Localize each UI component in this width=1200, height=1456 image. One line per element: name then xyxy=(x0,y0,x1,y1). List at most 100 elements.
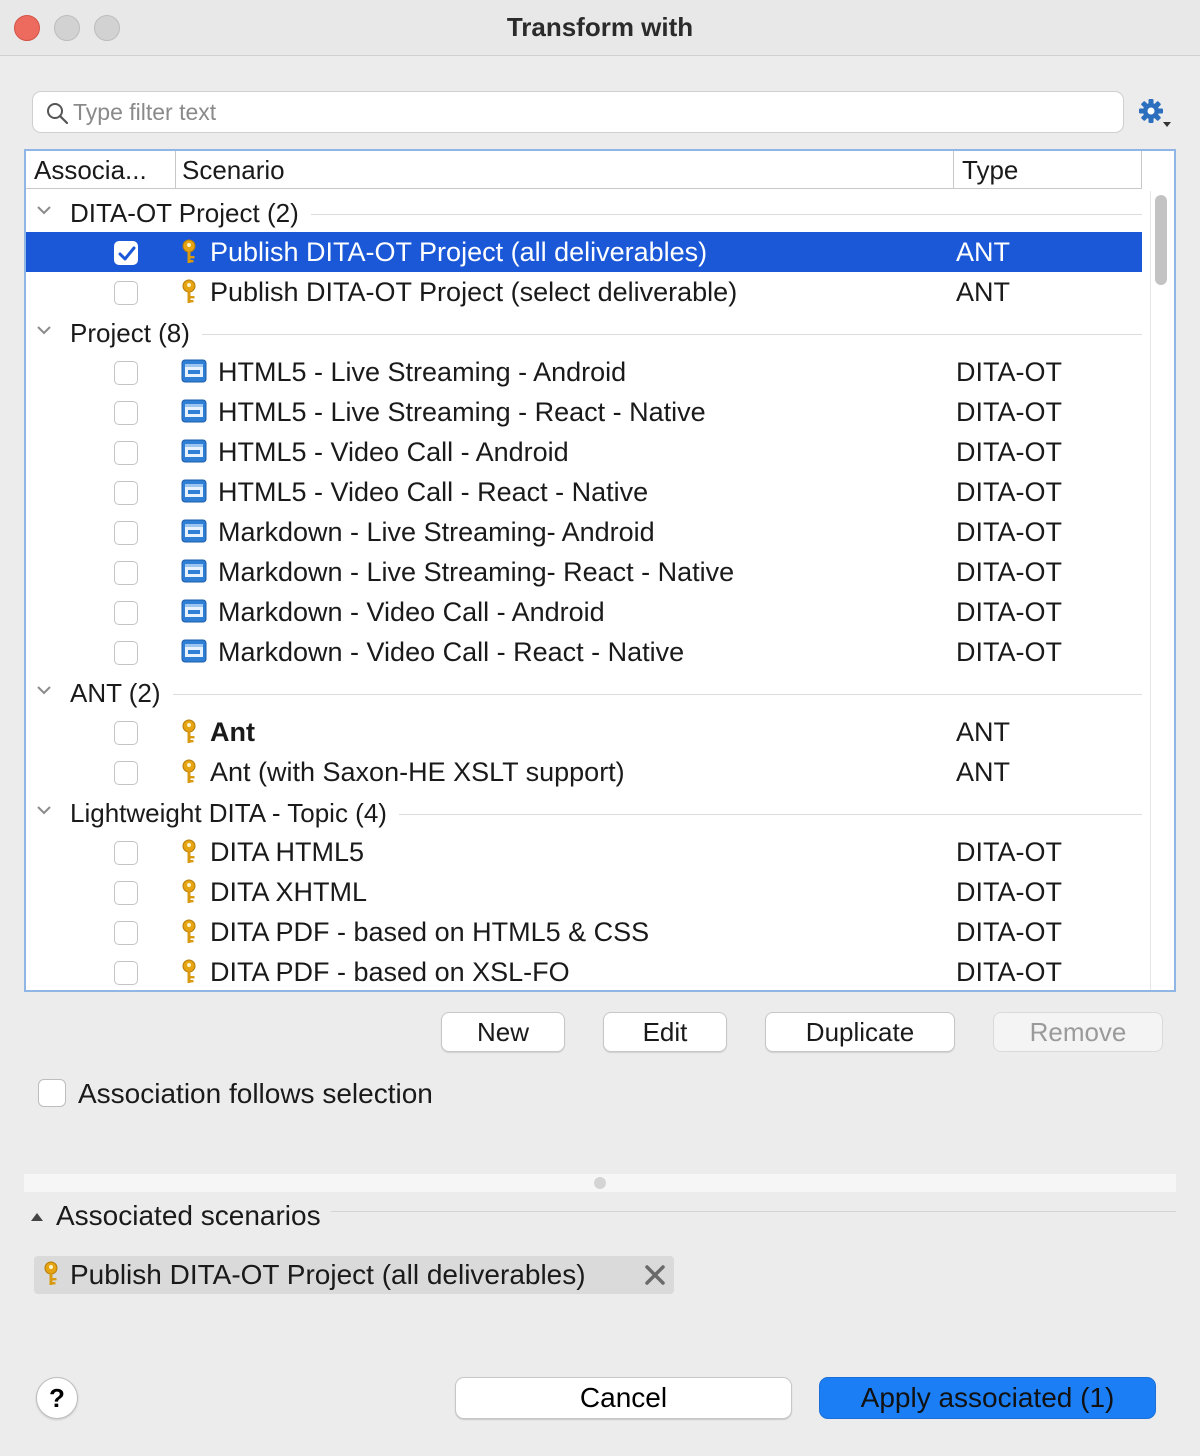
vertical-scrollbar[interactable] xyxy=(1150,191,1170,990)
scenario-name: HTML5 - Live Streaming - React - Native xyxy=(218,397,706,427)
splitter-grip[interactable] xyxy=(594,1177,606,1189)
table-row[interactable]: HTML5 - Video Call - Android DITA-OT xyxy=(26,432,1142,472)
scenario-type: DITA-OT xyxy=(956,517,1062,547)
scenario-name: Markdown - Video Call - Android xyxy=(218,597,605,627)
key-icon xyxy=(182,759,196,783)
association-follows-selection-checkbox[interactable] xyxy=(38,1079,66,1107)
column-header-association[interactable]: Associa... xyxy=(26,151,176,188)
table-group-header[interactable]: Project (8) xyxy=(26,312,1142,352)
table-row[interactable]: HTML5 - Video Call - React - Native DITA-… xyxy=(26,472,1142,512)
table-row[interactable]: Ant (with Saxon-HE XSLT support) ANT xyxy=(26,752,1142,792)
association-checkbox[interactable] xyxy=(114,601,138,625)
new-button[interactable]: New xyxy=(441,1012,565,1052)
table-row[interactable]: HTML5 - Live Streaming - Android DITA-OT xyxy=(26,352,1142,392)
filter-input[interactable] xyxy=(73,95,1113,129)
table-row[interactable]: Markdown - Video Call - React - Native DI… xyxy=(26,632,1142,672)
scenario-icon xyxy=(181,599,207,623)
table-group-header[interactable]: DITA-OT Project (2) xyxy=(26,192,1142,232)
table-row[interactable]: Publish DITA-OT Project (select delivera… xyxy=(26,272,1142,312)
association-checkbox[interactable] xyxy=(114,241,138,265)
table-row[interactable]: Markdown - Live Streaming- Android DITA-O… xyxy=(26,512,1142,552)
column-header-type[interactable]: Type xyxy=(954,151,1142,188)
scenario-type: DITA-OT xyxy=(956,837,1062,867)
column-header-scenario[interactable]: Scenario xyxy=(176,151,954,188)
association-checkbox[interactable] xyxy=(114,881,138,905)
table-row[interactable]: Markdown - Live Streaming- React - Nativ… xyxy=(26,552,1142,592)
title-bar: Transform with xyxy=(0,0,1200,56)
associated-scenarios-title: Associated scenarios xyxy=(56,1198,331,1234)
key-icon xyxy=(182,839,196,863)
scenario-name: Ant xyxy=(210,717,255,747)
scenario-name: Markdown - Video Call - React - Native xyxy=(218,637,685,667)
table-row[interactable]: Ant ANT xyxy=(26,712,1142,752)
apply-associated-button[interactable]: Apply associated (1) xyxy=(819,1377,1156,1419)
scenario-name: DITA PDF - based on HTML5 & CSS xyxy=(210,917,650,947)
association-checkbox[interactable] xyxy=(114,361,138,385)
scenario-type: DITA-OT xyxy=(956,917,1062,947)
key-icon xyxy=(182,919,196,943)
scenario-type: ANT xyxy=(956,237,1010,267)
table-row[interactable]: Markdown - Video Call - Android DITA-OT xyxy=(26,592,1142,632)
scenario-type: DITA-OT xyxy=(956,877,1062,907)
help-button[interactable]: ? xyxy=(36,1377,78,1419)
scrollbar-thumb[interactable] xyxy=(1155,195,1167,285)
edit-button[interactable]: Edit xyxy=(603,1012,727,1052)
chevron-down-icon[interactable] xyxy=(36,202,52,218)
association-checkbox[interactable] xyxy=(114,441,138,465)
table-group-header[interactable]: ANT (2) xyxy=(26,672,1142,712)
key-icon xyxy=(182,879,196,903)
scenario-type: DITA-OT xyxy=(956,357,1062,387)
association-checkbox[interactable] xyxy=(114,561,138,585)
duplicate-button[interactable]: Duplicate xyxy=(765,1012,955,1052)
group-label: Lightweight DITA - Topic (4) xyxy=(70,797,399,829)
key-icon xyxy=(182,959,196,983)
chevron-down-icon[interactable] xyxy=(36,802,52,818)
window-title: Transform with xyxy=(506,12,694,42)
table-row[interactable]: DITA XHTML DITA-OT xyxy=(26,872,1142,912)
key-icon xyxy=(182,239,196,263)
cancel-button[interactable]: Cancel xyxy=(455,1377,792,1419)
association-checkbox[interactable] xyxy=(114,721,138,745)
scenario-name: Publish DITA-OT Project (select delivera… xyxy=(210,277,738,307)
table-row[interactable]: DITA HTML5 DITA-OT xyxy=(26,832,1142,872)
association-follows-selection-label[interactable]: Association follows selection xyxy=(78,1076,433,1112)
remove-button[interactable]: Remove xyxy=(993,1012,1163,1052)
chevron-down-icon[interactable] xyxy=(36,322,52,338)
table-row[interactable]: HTML5 - Live Streaming - React - Native D… xyxy=(26,392,1142,432)
association-checkbox[interactable] xyxy=(114,921,138,945)
remove-association-close-icon[interactable] xyxy=(642,1262,668,1288)
scenario-name: DITA HTML5 xyxy=(210,837,365,867)
association-checkbox[interactable] xyxy=(114,961,138,985)
chevron-down-icon[interactable] xyxy=(36,682,52,698)
scenario-name: Ant (with Saxon-HE XSLT support) xyxy=(210,757,625,787)
group-divider xyxy=(70,694,1142,695)
table-row[interactable]: Publish DITA-OT Project (all deliverable… xyxy=(26,232,1142,272)
scenario-icon xyxy=(181,559,207,583)
scenario-name: HTML5 - Video Call - React - Native xyxy=(218,477,649,507)
association-checkbox[interactable] xyxy=(114,841,138,865)
table-row[interactable]: DITA PDF - based on HTML5 & CSS DITA-OT xyxy=(26,912,1142,952)
scenario-type: DITA-OT xyxy=(956,477,1062,507)
associated-scenario-chip[interactable]: Publish DITA-OT Project (all deliverable… xyxy=(34,1256,674,1294)
scenario-name: HTML5 - Video Call - Android xyxy=(218,437,569,467)
association-checkbox[interactable] xyxy=(114,281,138,305)
table-row[interactable]: DITA PDF - based on XSL-FO DITA-OT xyxy=(26,952,1142,990)
scenario-type: ANT xyxy=(956,757,1010,787)
association-checkbox[interactable] xyxy=(114,761,138,785)
associated-scenarios-section-header[interactable]: Associated scenarios xyxy=(30,1198,1176,1234)
key-icon xyxy=(44,1261,58,1285)
filter-search-box xyxy=(32,91,1124,133)
association-checkbox[interactable] xyxy=(114,641,138,665)
scenario-name: DITA PDF - based on XSL-FO xyxy=(210,957,570,987)
settings-gear-icon[interactable] xyxy=(1136,96,1172,130)
table-group-header[interactable]: Lightweight DITA - Topic (4) xyxy=(26,792,1142,832)
scenario-type: DITA-OT xyxy=(956,557,1062,587)
panel-splitter[interactable] xyxy=(24,1174,1176,1192)
scenario-type: DITA-OT xyxy=(956,397,1062,427)
scenario-icon xyxy=(181,479,207,503)
expand-triangle-icon[interactable] xyxy=(30,1210,44,1222)
scenario-name: Publish DITA-OT Project (all deliverable… xyxy=(210,237,708,267)
association-checkbox[interactable] xyxy=(114,401,138,425)
association-checkbox[interactable] xyxy=(114,521,138,545)
association-checkbox[interactable] xyxy=(114,481,138,505)
